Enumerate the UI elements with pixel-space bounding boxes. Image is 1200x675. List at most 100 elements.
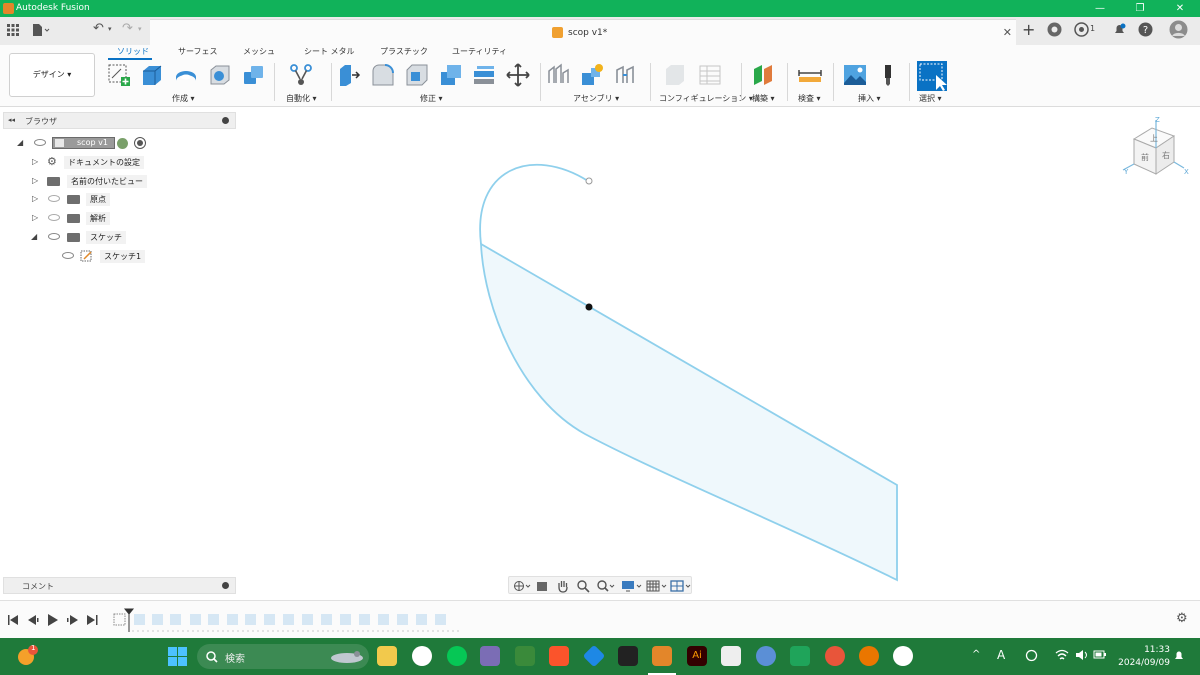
timeline-feature-icon[interactable] xyxy=(283,614,294,625)
tab-sheet-metal[interactable]: シート メタル xyxy=(304,46,355,57)
timeline-feature-icon[interactable] xyxy=(264,614,275,625)
shell-icon[interactable] xyxy=(405,63,429,87)
file-explorer-icon[interactable] xyxy=(377,646,397,666)
hidden-eye-icon[interactable] xyxy=(48,214,60,221)
notification-center-icon[interactable] xyxy=(1172,649,1186,663)
timeline-feature-icon[interactable] xyxy=(190,614,201,625)
collapsed-arrow-icon[interactable]: ▷ xyxy=(32,194,38,203)
play-icon[interactable] xyxy=(48,614,58,626)
timeline-feature-icon[interactable] xyxy=(378,614,389,625)
browser-item-named-views[interactable]: ▷ 名前の付いたビュー xyxy=(0,173,240,190)
timeline-feature-icon[interactable] xyxy=(321,614,332,625)
group-automate-label[interactable]: 自動化 ▾ xyxy=(286,93,317,104)
ime-mode-icon[interactable] xyxy=(1025,649,1038,662)
group-configure-label[interactable]: コンフィギュレーション ▾ xyxy=(659,93,753,104)
redo-dropdown-icon[interactable]: ▾ xyxy=(138,25,142,33)
group-construct-label[interactable]: 構築 ▾ xyxy=(752,93,775,104)
group-create-label[interactable]: 作成 ▾ xyxy=(172,93,195,104)
workspace-switcher[interactable]: デザイン ▾ xyxy=(9,53,95,97)
configure-icon[interactable] xyxy=(664,63,688,87)
go-to-end-icon[interactable] xyxy=(87,615,98,625)
app-grid-icon[interactable] xyxy=(7,24,19,36)
collapsed-arrow-icon[interactable]: ▷ xyxy=(32,176,38,185)
expanded-arrow-icon[interactable]: ◢ xyxy=(17,138,23,147)
zoom-icon[interactable] xyxy=(576,579,590,593)
redo-button[interactable]: ↷ xyxy=(122,21,133,36)
close-tab-button[interactable]: ✕ xyxy=(1003,26,1012,39)
document-tab[interactable]: scop v1* ✕ xyxy=(150,19,1016,45)
fusion-taskbar-icon[interactable] xyxy=(652,646,672,666)
display-settings-icon[interactable] xyxy=(621,579,643,593)
group-insert-label[interactable]: 挿入 ▾ xyxy=(858,93,881,104)
extrude-icon[interactable] xyxy=(140,63,164,87)
fillet-icon[interactable] xyxy=(371,63,395,87)
close-window-button[interactable]: ✕ xyxy=(1160,0,1200,17)
blender-icon[interactable] xyxy=(859,646,879,666)
create-sketch-icon[interactable] xyxy=(107,63,131,87)
pan-hand-icon[interactable] xyxy=(556,579,570,593)
notifications-bell-icon[interactable] xyxy=(1112,22,1127,37)
new-tab-plus-icon[interactable]: + xyxy=(1022,20,1035,39)
app-icon-butterfly[interactable] xyxy=(756,646,776,666)
browser-item-origin[interactable]: ▷ 原点 xyxy=(0,191,240,208)
timeline-feature-icon[interactable] xyxy=(302,614,313,625)
app-icon-green[interactable] xyxy=(790,646,810,666)
extensions-icon[interactable] xyxy=(1047,22,1062,37)
collapsed-arrow-icon[interactable]: ▷ xyxy=(32,157,38,166)
configuration-table-icon[interactable] xyxy=(698,63,722,87)
group-select-label[interactable]: 選択 ▾ xyxy=(919,93,942,104)
expanded-arrow-icon[interactable]: ◢ xyxy=(31,232,37,241)
windows-start-icon[interactable] xyxy=(168,647,187,666)
volume-icon[interactable] xyxy=(1075,649,1089,661)
measure-icon[interactable] xyxy=(798,63,822,87)
app-icon-red[interactable] xyxy=(825,646,845,666)
offset-face-icon[interactable] xyxy=(472,63,496,87)
timeline-feature-icon[interactable] xyxy=(397,614,408,625)
show-hidden-icons-chevron[interactable]: ^ xyxy=(972,649,980,660)
comments-panel-header[interactable]: コメント xyxy=(3,577,236,594)
arc-endpoint[interactable] xyxy=(585,177,593,185)
step-forward-icon[interactable] xyxy=(67,615,78,625)
timeline-feature-icon[interactable] xyxy=(152,614,163,625)
brave-browser-icon[interactable] xyxy=(549,646,569,666)
battery-icon[interactable] xyxy=(1093,649,1107,661)
tab-mesh[interactable]: メッシュ xyxy=(243,46,275,57)
browser-root-row[interactable]: ◢ scop v1 xyxy=(0,135,240,152)
offset-plane-icon[interactable] xyxy=(752,63,776,87)
timeline-feature-icon[interactable] xyxy=(359,614,370,625)
group-inspect-label[interactable]: 検査 ▾ xyxy=(798,93,821,104)
visibility-eye-icon[interactable] xyxy=(48,233,60,240)
browser-panel-header[interactable]: ◂◂ ブラウザ xyxy=(3,112,236,129)
illustrator-icon[interactable]: Ai xyxy=(687,646,707,666)
panel-pin-icon[interactable] xyxy=(222,117,229,124)
timeline-feature-icon[interactable] xyxy=(227,614,238,625)
move-copy-icon[interactable] xyxy=(506,63,530,87)
help-icon[interactable]: ? xyxy=(1138,22,1153,37)
sketch-feature-icon[interactable] xyxy=(113,613,126,626)
sketch-arc-curve[interactable] xyxy=(479,163,589,245)
sketch-profile-region[interactable] xyxy=(480,242,898,582)
orbit-icon[interactable] xyxy=(513,580,531,592)
undo-dropdown-icon[interactable]: ▾ xyxy=(108,25,112,33)
chrome-icon[interactable] xyxy=(412,646,432,666)
combine-bodies-icon[interactable] xyxy=(439,63,463,87)
sketch-point[interactable] xyxy=(585,303,593,311)
timeline-track[interactable] xyxy=(112,607,462,635)
app-icon-white[interactable] xyxy=(721,646,741,666)
browser-item-analysis[interactable]: ▷ 解析 xyxy=(0,210,240,227)
job-status-icon[interactable] xyxy=(1074,22,1089,37)
timeline-feature-icon[interactable] xyxy=(416,614,427,625)
visibility-eye-icon[interactable] xyxy=(34,139,46,146)
system-clock[interactable]: 11:33 2024/09/09 xyxy=(1118,644,1170,670)
restore-button[interactable]: ❐ xyxy=(1120,0,1160,17)
browser-item-sketch1[interactable]: スケッチ1 xyxy=(0,248,240,265)
timeline-feature-icon[interactable] xyxy=(245,614,256,625)
ime-indicator[interactable]: A xyxy=(997,648,1005,662)
fit-zoom-icon[interactable] xyxy=(596,579,616,593)
hidden-eye-icon[interactable] xyxy=(48,195,60,202)
insert-canvas-icon[interactable] xyxy=(843,63,867,87)
chrome-profile-icon[interactable] xyxy=(893,646,913,666)
3d-viewport[interactable] xyxy=(240,108,1200,598)
viewports-icon[interactable] xyxy=(670,579,692,593)
timeline-feature-icon[interactable] xyxy=(340,614,351,625)
